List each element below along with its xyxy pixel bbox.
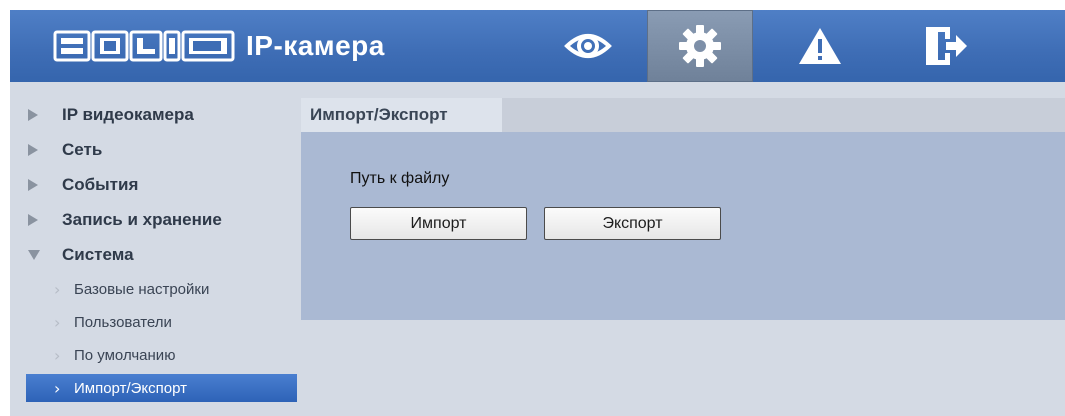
sidebar-subitem-defaults[interactable]: › По умолчанию — [26, 341, 297, 369]
sidebar-item-ip-camera[interactable]: IP видеокамера — [10, 100, 301, 130]
tab-bar: Импорт/Экспорт — [301, 98, 1065, 132]
chevron-right-icon — [28, 214, 38, 226]
warning-icon — [799, 28, 841, 64]
chevron-right-icon — [28, 109, 38, 121]
sidebar-subitem-users[interactable]: › Пользователи — [26, 308, 297, 336]
sidebar-subitem-label: Импорт/Экспорт — [74, 379, 187, 397]
sidebar-subitem-basic-settings[interactable]: › Базовые настройки — [26, 275, 297, 303]
tab-label: Импорт/Экспорт — [310, 105, 448, 124]
tab-import-export[interactable]: Импорт/Экспорт — [301, 98, 502, 132]
sidebar-item-label: Сеть — [62, 140, 103, 159]
sidebar-item-events[interactable]: События — [10, 170, 301, 200]
eye-icon — [564, 34, 612, 58]
sidebar-item-system[interactable]: Система — [10, 240, 301, 270]
chevron-right-icon — [28, 144, 38, 156]
settings-panel: Путь к файлу Импорт Экспорт — [301, 132, 1065, 320]
sidebar-subitem-label: Пользователи — [74, 313, 172, 331]
sidebar-item-label: Запись и хранение — [62, 210, 222, 229]
app-window: IP-камера IP видеокамера Сеть События За… — [0, 0, 1065, 416]
settings-button[interactable] — [647, 10, 753, 82]
main-content: Импорт/Экспорт Путь к файлу Импорт Экспо… — [301, 82, 1065, 416]
sidebar: IP видеокамера Сеть События Запись и хра… — [10, 82, 301, 416]
sidebar-item-storage[interactable]: Запись и хранение — [10, 205, 301, 235]
logout-button[interactable] — [893, 10, 999, 82]
gear-icon — [679, 25, 721, 67]
sidebar-subitem-label: Базовые настройки — [74, 280, 210, 298]
chevron-right-icon: › — [54, 312, 61, 332]
logout-icon — [926, 27, 967, 65]
sidebar-item-network[interactable]: Сеть — [10, 135, 301, 165]
top-header: IP-камера — [10, 10, 1065, 82]
sidebar-item-label: События — [62, 175, 139, 194]
chevron-right-icon: › — [54, 378, 61, 398]
sidebar-item-label: IP видеокамера — [62, 105, 194, 124]
file-path-label: Путь к файлу — [350, 170, 450, 187]
chevron-down-icon — [28, 250, 40, 260]
live-view-button[interactable] — [535, 10, 641, 82]
chevron-right-icon — [28, 179, 38, 191]
bolid-logo — [53, 30, 235, 62]
chevron-right-icon: › — [54, 345, 61, 365]
sidebar-subitem-import-export[interactable]: › Импорт/Экспорт — [26, 374, 297, 402]
import-button[interactable]: Импорт — [350, 207, 527, 240]
chevron-right-icon: › — [54, 279, 61, 299]
export-button[interactable]: Экспорт — [544, 207, 721, 240]
sidebar-subitem-label: По умолчанию — [74, 346, 176, 364]
app-title: IP-камера — [246, 30, 385, 61]
sidebar-item-label: Система — [62, 245, 134, 264]
alarm-button[interactable] — [767, 10, 873, 82]
